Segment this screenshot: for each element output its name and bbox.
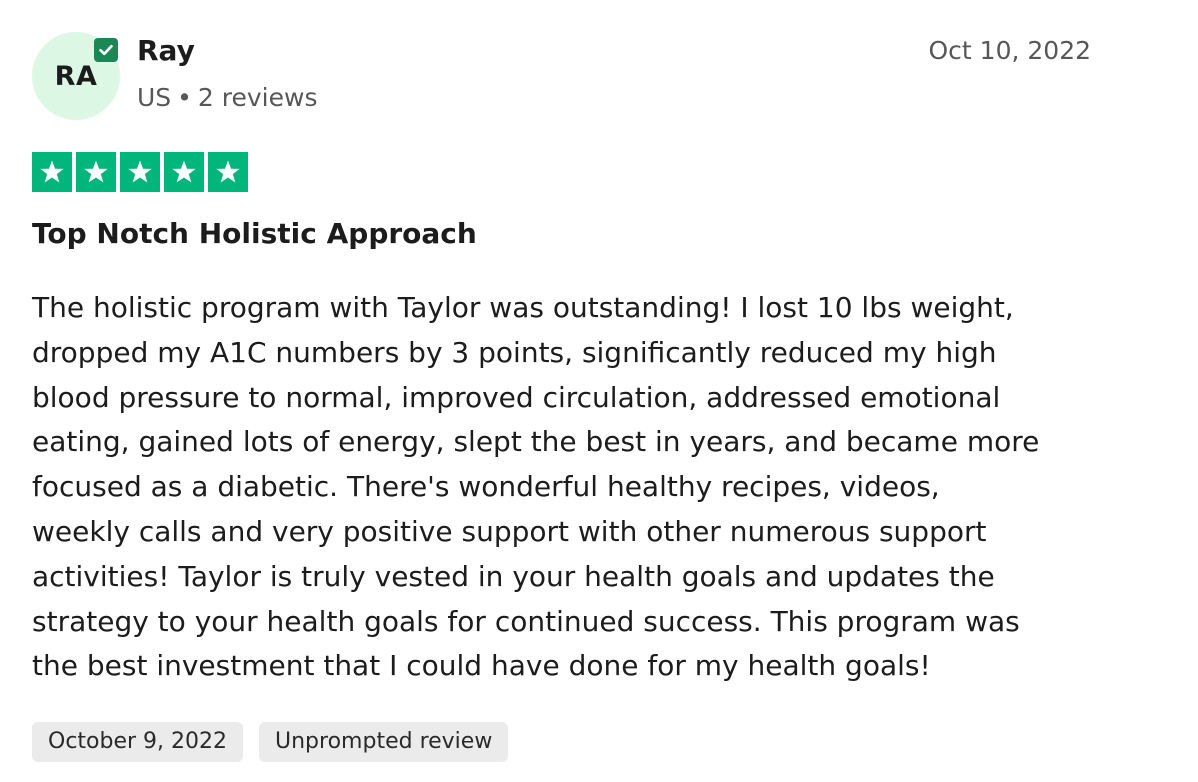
reviewer-meta: US • 2 reviews bbox=[137, 82, 317, 114]
reviewer-name[interactable]: Ray bbox=[137, 33, 195, 69]
review-date: Oct 10, 2022 bbox=[928, 36, 1092, 65]
star-icon bbox=[76, 152, 116, 192]
reviewer-review-count[interactable]: 2 reviews bbox=[198, 83, 318, 112]
review-body-line: activities! Taylor is truly vested in yo… bbox=[32, 559, 995, 593]
meta-separator: • bbox=[177, 83, 192, 112]
review-card: RA Ray US • 2 reviews Oct 10, 2022 Top Not… bbox=[0, 0, 1198, 782]
review-body: The holistic program with Taylor was out… bbox=[32, 286, 1112, 689]
review-body-line: strategy to your health goals for contin… bbox=[32, 604, 1020, 638]
verified-check-icon bbox=[94, 38, 118, 62]
review-body-line: eating, gained lots of energy, slept the… bbox=[32, 425, 1040, 459]
review-body-line: the best investment that I could have do… bbox=[32, 649, 931, 683]
review-body-line: dropped my A1C numbers by 3 points, sign… bbox=[32, 335, 997, 369]
review-tags: October 9, 2022 Unprompted review bbox=[32, 722, 509, 762]
review-title[interactable]: Top Notch Holistic Approach bbox=[32, 214, 477, 254]
review-body-line: The holistic program with Taylor was out… bbox=[32, 291, 1014, 324]
reviewer-country: US bbox=[137, 83, 172, 112]
star-icon bbox=[164, 152, 204, 192]
review-type-tag[interactable]: Unprompted review bbox=[259, 722, 509, 762]
review-body-line: blood pressure to normal, improved circu… bbox=[32, 380, 1001, 414]
review-body-line: weekly calls and very positive support w… bbox=[32, 514, 987, 548]
star-icon bbox=[32, 152, 72, 192]
star-rating bbox=[32, 152, 248, 192]
review-body-line: focused as a diabetic. There's wonderful… bbox=[32, 470, 940, 504]
experience-date-tag: October 9, 2022 bbox=[32, 722, 244, 762]
star-icon bbox=[208, 152, 248, 192]
avatar-initials: RA bbox=[54, 60, 98, 92]
star-icon bbox=[120, 152, 160, 192]
